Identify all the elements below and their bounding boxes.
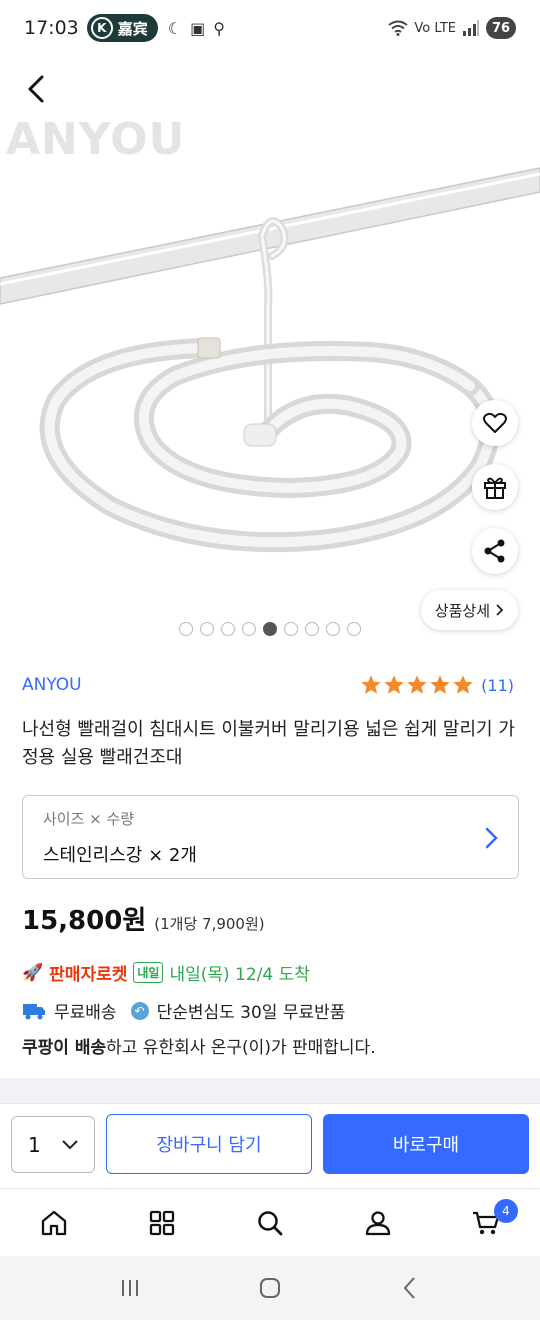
star-icon	[384, 675, 404, 694]
rating-count[interactable]: (11)	[481, 676, 514, 695]
product-title: 나선형 빨래걸이 침대시트 이불커버 말리기용 넓은 쉽게 말리기 가정용 실용…	[22, 719, 515, 768]
rocket-seller-label: 판매자로켓	[49, 965, 128, 985]
pagination-dot[interactable]	[242, 622, 256, 636]
pagination-dot[interactable]	[347, 622, 361, 636]
section-divider	[0, 1078, 540, 1104]
free-return-label: 단순변심도 30일 무료반품	[156, 1003, 346, 1023]
favorite-button[interactable]	[472, 400, 518, 446]
nav-cart[interactable]: 4	[432, 1189, 540, 1256]
truck-icon	[23, 1003, 45, 1019]
image-pagination-dots[interactable]	[0, 622, 540, 636]
seller-text: 하고 유한회사 온구(이)가 판매합니다.	[106, 1038, 376, 1058]
delivery-info: 🚀 판매자로켓 내일 내일(목) 12/4 도착	[22, 960, 310, 985]
kakao-label: 嘉宾	[117, 19, 148, 38]
moon-icon: ☾	[167, 18, 183, 38]
home-icon	[41, 1210, 67, 1235]
free-shipping-label: 무료배송	[54, 1003, 117, 1023]
status-right: Vo LTE 76	[388, 17, 516, 39]
grid-icon	[149, 1210, 175, 1235]
return-icon: ↶	[130, 1001, 149, 1020]
brand-link[interactable]: ANYOU	[22, 675, 82, 695]
purchase-bar: 1 장바구니 담기 바로구매	[0, 1104, 540, 1188]
screenshot-icon: ▣	[190, 18, 206, 38]
star-icon	[361, 675, 381, 694]
quantity-value: 1	[28, 1132, 41, 1157]
system-navigation-bar	[0, 1256, 540, 1320]
heart-icon	[483, 412, 507, 433]
recent-apps-icon[interactable]	[117, 1275, 143, 1301]
nav-my-account[interactable]	[324, 1189, 432, 1256]
share-button[interactable]	[472, 528, 518, 574]
quantity-select[interactable]: 1	[11, 1116, 95, 1173]
search-icon	[258, 1210, 283, 1235]
product-image-gallery[interactable]: ANYOU 상품상세	[0, 56, 540, 656]
arrival-date: 내일(목) 12/4 도착	[169, 965, 310, 985]
rocket-icon: 🚀	[22, 962, 44, 983]
star-icon	[430, 675, 450, 694]
battery-indicator: 76	[486, 17, 516, 39]
price-row: 15,800원 (1개당 7,900원)	[22, 900, 265, 937]
system-back-icon[interactable]	[397, 1275, 423, 1301]
star-icon	[407, 675, 427, 694]
bottom-navigation: 4	[0, 1188, 540, 1256]
kakao-notification-pill: K 嘉宾	[86, 14, 158, 42]
pagination-dot[interactable]	[326, 622, 340, 636]
unit-price: (1개당 7,900원)	[154, 915, 265, 933]
kakao-icon: K	[90, 17, 113, 39]
tomorrow-badge: 내일	[133, 962, 164, 983]
network-label: Vo LTE	[414, 20, 456, 36]
signal-icon	[463, 20, 479, 36]
pagination-dot[interactable]	[284, 622, 298, 636]
seller-delivery-label: 쿠팡이 배송	[22, 1038, 107, 1058]
pagination-dot-active[interactable]	[263, 622, 277, 636]
nav-home[interactable]	[0, 1189, 108, 1256]
nav-search[interactable]	[216, 1189, 324, 1256]
product-photo	[0, 167, 540, 553]
buy-now-button[interactable]: 바로구매	[323, 1114, 529, 1174]
wifi-icon	[388, 20, 409, 36]
pagination-dot[interactable]	[179, 622, 193, 636]
rating[interactable]: (11)	[360, 674, 514, 696]
cart-count-badge: 4	[494, 1199, 518, 1223]
pagination-dot[interactable]	[305, 622, 319, 636]
price: 15,800원	[22, 906, 147, 936]
product-detail-label: 상품상세	[434, 601, 490, 620]
pagination-dot[interactable]	[200, 622, 214, 636]
gift-button[interactable]	[472, 464, 518, 510]
nav-categories[interactable]	[108, 1189, 216, 1256]
option-value: 스테인리스강 × 2개	[43, 845, 197, 866]
chevron-right-icon	[496, 604, 504, 616]
star-icon	[453, 675, 473, 694]
status-bar: 17:03 K 嘉宾 ☾ ▣ ⚲ Vo LTE 76	[0, 0, 540, 56]
pagination-dot[interactable]	[221, 622, 235, 636]
gift-icon	[484, 477, 506, 499]
status-notification-icons: ☾ ▣ ⚲	[168, 19, 225, 38]
seller-info: 쿠팡이 배송하고 유한회사 온구(이)가 판매합니다.	[22, 1033, 376, 1058]
chevron-right-icon	[485, 827, 498, 849]
location-icon: ⚲	[213, 18, 225, 38]
option-selector[interactable]: 사이즈 × 수량 스테인리스강 × 2개	[22, 795, 519, 879]
status-time: 17:03	[24, 17, 79, 39]
share-icon	[484, 539, 505, 563]
home-circle-icon[interactable]	[257, 1275, 283, 1301]
user-icon	[365, 1210, 391, 1235]
add-to-cart-button[interactable]: 장바구니 담기	[106, 1114, 312, 1174]
option-label: 사이즈 × 수량	[43, 810, 135, 828]
chevron-down-icon	[62, 1139, 78, 1149]
brand-rating-row: ANYOU (11)	[22, 674, 514, 696]
shipping-info: 무료배송 ↶ 단순변심도 30일 무료반품	[22, 998, 345, 1023]
